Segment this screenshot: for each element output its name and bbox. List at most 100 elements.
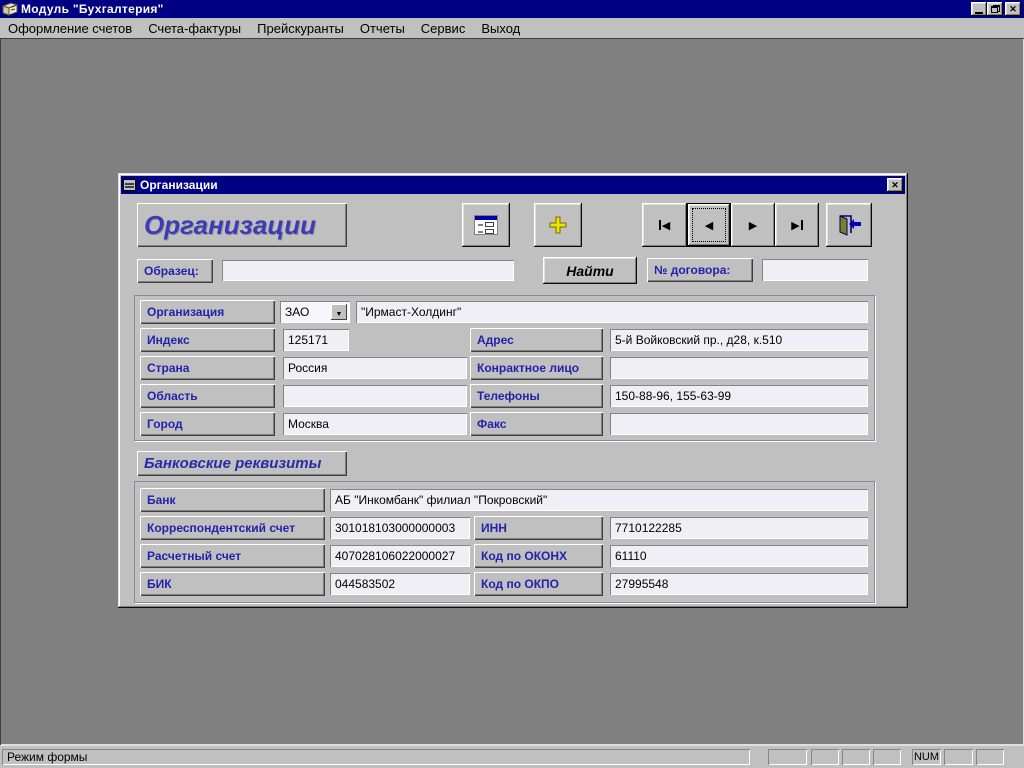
restore-icon: [991, 5, 1000, 13]
window-titlebar: Модуль "Бухгалтерия" ✕: [0, 0, 1024, 18]
bank-section-heading: Банковские реквизиты: [137, 451, 347, 476]
country-field[interactable]: Россия: [283, 357, 467, 379]
bank-section-heading-text: Банковские реквизиты: [144, 455, 321, 472]
add-record-button[interactable]: [534, 203, 582, 247]
label-okonh-code-text: Код по ОКОНХ: [481, 549, 567, 563]
label-index: Индекс: [140, 328, 275, 352]
label-okpo-code-text: Код по ОКПО: [481, 577, 559, 591]
label-organization: Организация: [140, 300, 275, 324]
inn-field[interactable]: 7710122285: [610, 517, 868, 539]
form-icon: [123, 179, 136, 191]
find-button[interactable]: Найти: [543, 257, 637, 284]
menu-bar: Оформление счетов Счета-фактуры Прейскур…: [0, 18, 1024, 38]
workspace: Организации ✕ Организации: [0, 38, 1024, 745]
okonh-code-field[interactable]: 61110: [610, 545, 868, 567]
label-inn-text: ИНН: [481, 521, 507, 535]
label-bik: БИК: [140, 572, 325, 596]
exit-door-icon: [836, 214, 862, 236]
sample-input[interactable]: [222, 260, 514, 281]
label-sample-text: Образец:: [144, 264, 199, 278]
last-record-button[interactable]: [775, 203, 819, 247]
status-panel-4: [873, 749, 901, 765]
label-fax-text: Факс: [477, 417, 506, 431]
label-settlement-account: Расчетный счет: [140, 544, 325, 568]
next-record-button[interactable]: [731, 203, 775, 247]
label-sample: Образец:: [137, 259, 213, 283]
status-bar: Режим формы NUM: [0, 745, 1024, 768]
label-okonh-code: Код по ОКОНХ: [474, 544, 603, 568]
form-heading-text: Организации: [144, 210, 316, 241]
menu-item-pricelists[interactable]: Прейскуранты: [249, 19, 352, 38]
bank-name-field[interactable]: АБ "Инкомбанк" филиал "Покровский": [330, 489, 868, 511]
minimize-icon: [975, 12, 983, 14]
window-controls: ✕: [971, 2, 1021, 16]
label-organization-text: Организация: [147, 305, 224, 319]
label-region: Область: [140, 384, 275, 408]
form-view-button[interactable]: [462, 203, 510, 247]
window-title: Модуль "Бухгалтерия": [21, 2, 164, 16]
first-record-button[interactable]: [642, 203, 687, 247]
menu-item-service[interactable]: Сервис: [413, 19, 474, 38]
status-panel-6: [976, 749, 1004, 765]
label-inn: ИНН: [474, 516, 603, 540]
label-country: Страна: [140, 356, 275, 380]
label-settlement-account-text: Расчетный счет: [147, 549, 241, 563]
status-panel-3: [842, 749, 870, 765]
close-icon: ✕: [1009, 5, 1017, 14]
minimize-button[interactable]: [971, 2, 987, 16]
label-phones-text: Телефоны: [477, 389, 540, 403]
label-contact-person-text: Конрактное лицо: [477, 361, 579, 375]
city-field[interactable]: Москва: [283, 413, 467, 435]
status-panel-2: [811, 749, 839, 765]
label-bank: Банк: [140, 488, 325, 512]
label-region-text: Область: [147, 389, 198, 403]
status-mode-panel: Режим формы: [2, 749, 750, 765]
first-record-icon: [659, 216, 670, 234]
form-view-icon: [474, 215, 498, 235]
contact-person-field[interactable]: [610, 357, 868, 379]
dialog-titlebar: Организации ✕: [121, 176, 905, 194]
region-field[interactable]: [283, 385, 467, 407]
menu-item-invoices[interactable]: Оформление счетов: [0, 19, 140, 38]
dialog-close-button[interactable]: ✕: [887, 178, 903, 192]
menu-item-exit[interactable]: Выход: [473, 19, 528, 38]
label-fax: Факс: [470, 412, 603, 436]
label-city-text: Город: [147, 417, 183, 431]
status-num-text: NUM: [914, 751, 939, 763]
okpo-code-field[interactable]: 27995548: [610, 573, 868, 595]
settlement-account-field[interactable]: 407028106022000027: [330, 545, 470, 567]
label-address: Адрес: [470, 328, 603, 352]
phones-field[interactable]: 150-88-96, 155-63-99: [610, 385, 868, 407]
label-contract-number: № договора:: [647, 258, 753, 282]
label-country-text: Страна: [147, 361, 189, 375]
restore-button[interactable]: [987, 2, 1003, 16]
exit-button[interactable]: [826, 203, 872, 247]
label-index-text: Индекс: [147, 333, 190, 347]
org-type-dropdown-button[interactable]: [331, 304, 347, 320]
org-name-field[interactable]: "Ирмаст-Холдинг": [356, 301, 868, 323]
index-field[interactable]: 125171: [283, 329, 349, 351]
bik-field[interactable]: 044583502: [330, 573, 470, 595]
label-bik-text: БИК: [147, 577, 172, 591]
fax-field[interactable]: [610, 413, 868, 435]
status-num-panel: NUM: [912, 749, 941, 765]
add-record-icon: [549, 216, 567, 234]
dialog-title: Организации: [140, 178, 218, 192]
menu-item-reports[interactable]: Отчеты: [352, 19, 413, 38]
chevron-down-icon: [336, 303, 343, 321]
focus-rectangle: [692, 208, 726, 242]
label-contact-person: Конрактное лицо: [470, 356, 603, 380]
label-contract-number-text: № договора:: [654, 263, 730, 277]
status-panel-1: [768, 749, 807, 765]
org-type-combo[interactable]: ЗАО: [280, 301, 350, 323]
org-type-value: ЗАО: [280, 301, 331, 323]
menu-item-invoices-factures[interactable]: Счета-фактуры: [140, 19, 249, 38]
close-button[interactable]: ✕: [1005, 2, 1021, 16]
label-okpo-code: Код по ОКПО: [474, 572, 603, 596]
next-record-icon: [749, 216, 757, 234]
contract-number-input[interactable]: [762, 259, 868, 281]
previous-record-button[interactable]: [687, 203, 731, 247]
correspondent-account-field[interactable]: 301018103000000003: [330, 517, 470, 539]
address-field[interactable]: 5-й Войковский пр., д28, к.510: [610, 329, 868, 351]
label-correspondent-account: Корреспондентский счет: [140, 516, 325, 540]
